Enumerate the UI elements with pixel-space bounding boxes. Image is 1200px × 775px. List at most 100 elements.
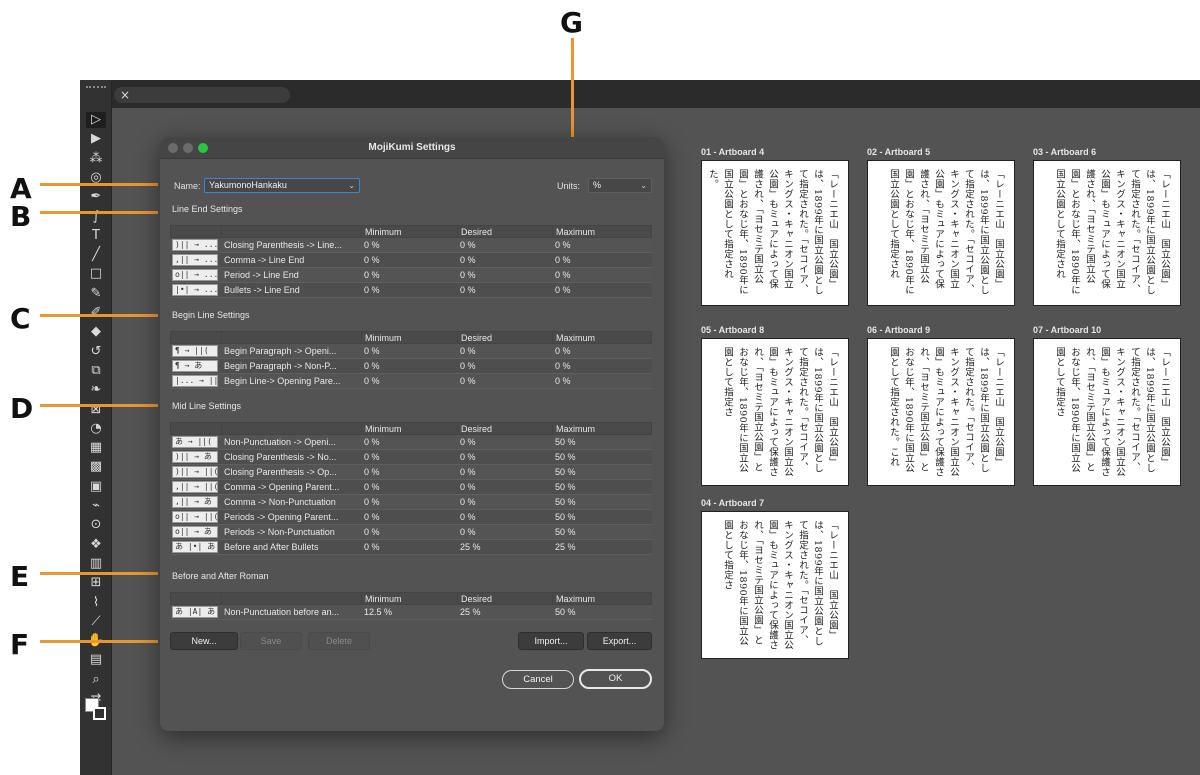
paintbrush-icon[interactable]: ✎ bbox=[86, 286, 106, 302]
table-row[interactable]: )|| → ||(Closing Parenthesis -> Op... 0 %… bbox=[170, 465, 652, 480]
units-select[interactable]: % ⌄ bbox=[588, 178, 652, 193]
blend-tool-icon[interactable]: ⊙ bbox=[86, 517, 106, 533]
save-button[interactable]: Save bbox=[240, 632, 302, 650]
rule-name: Periods -> Non-Punctuation bbox=[224, 527, 335, 537]
desired-value: 0 % bbox=[460, 437, 476, 447]
artboard-label: 07 - Artboard 10 bbox=[1033, 325, 1102, 335]
slice-tool-icon[interactable]: ⌇ bbox=[86, 595, 106, 611]
table-header: Minimum Desired Maximum bbox=[170, 592, 652, 605]
table-row[interactable]: |•| → ...| Bullets -> Line End 0 % 0 % 0 % bbox=[170, 283, 652, 298]
table-row[interactable]: ¶ → ||(Begin Paragraph -> Openi... 0 % 0 %… bbox=[170, 344, 652, 359]
table-row[interactable]: o|| → あ Periods -> Non-Punctuation 0 % 0 % 5… bbox=[170, 525, 652, 540]
artboard-text: 「レーニエ山 国立公園」は、1899年に国立公園として指定された。「セコイア、キ… bbox=[888, 169, 1004, 296]
callout-d: D bbox=[10, 392, 34, 425]
artboard[interactable]: 「レーニエ山 国立公園」は、1899年に国立公園として指定された。「セコイア、キ… bbox=[701, 511, 849, 659]
maximum-value: 0 % bbox=[555, 255, 571, 265]
rectangle-tool-icon[interactable]: □ bbox=[86, 266, 106, 282]
eraser-icon[interactable]: ◆ bbox=[86, 324, 106, 340]
column-header-maximum: Maximum bbox=[556, 594, 596, 604]
table-row[interactable]: あ |•| あ Before and After Bullets 0 % 25 % 25… bbox=[170, 540, 652, 555]
mojikumi-glyph-icon: )|| → あ bbox=[172, 451, 218, 463]
minimum-value: 0 % bbox=[364, 542, 380, 552]
symbol-sprayer-icon[interactable]: ❖ bbox=[86, 537, 106, 553]
table-row[interactable]: o|| → ...| Period -> Line End 0 % 0 % 0 % bbox=[170, 268, 652, 283]
shaper-tool-icon[interactable]: ✐ bbox=[86, 305, 106, 321]
table-row[interactable]: )|| → あ Closing Parenthesis -> No... 0 % 0 … bbox=[170, 450, 652, 465]
maximum-value: 50 % bbox=[555, 607, 576, 617]
panel-grip-icon[interactable] bbox=[86, 86, 106, 90]
desired-value: 0 % bbox=[460, 482, 476, 492]
rotate-tool-icon[interactable]: ↺ bbox=[86, 344, 106, 360]
artboard-label: 04 - Artboard 7 bbox=[701, 498, 765, 508]
document-tab-bar: × bbox=[112, 80, 1200, 108]
column-divider bbox=[361, 423, 362, 434]
minimum-value: 0 % bbox=[364, 376, 380, 386]
shape-builder-icon[interactable]: ◔ bbox=[86, 421, 106, 437]
table-row[interactable]: ,|| → あ Comma -> Non-Punctuation 0 % 0 % 50 … bbox=[170, 495, 652, 510]
artboard-resize-icon[interactable]: ⊞ bbox=[86, 575, 106, 591]
table-row[interactable]: ,|| → ||(Comma -> Opening Parent... 0 % 0 … bbox=[170, 480, 652, 495]
perspective-grid-icon[interactable]: ▦ bbox=[86, 440, 106, 456]
knife-tool-icon[interactable]: ⟋ bbox=[86, 614, 106, 630]
artboard[interactable]: 「レーニエ山 国立公園」は、1899年に国立公園として指定された。「セコイア、キ… bbox=[701, 160, 849, 306]
table-row[interactable]: あ |A| あ Non-Punctuation before an... 12.5 … bbox=[170, 605, 652, 620]
minimum-value: 0 % bbox=[364, 346, 380, 356]
dialog-title: MojiKumi Settings bbox=[368, 142, 456, 153]
column-divider bbox=[457, 332, 458, 343]
artboard-label: 02 - Artboard 5 bbox=[867, 147, 931, 157]
artboard[interactable]: 「レーニエ山 国立公園」は、1899年に国立公園として指定された。「セコイア、キ… bbox=[701, 338, 849, 486]
mojikumi-settings-dialog: MojiKumi Settings Name: YakumonoHankaku … bbox=[160, 137, 664, 731]
selection-tool-icon[interactable]: ▶ bbox=[86, 131, 106, 147]
table-row[interactable]: o|| → ||(Periods -> Opening Parent... 0 %… bbox=[170, 510, 652, 525]
close-icon[interactable]: × bbox=[120, 89, 130, 101]
artboard-text: 「レーニエ山 国立公園」は、1899年に国立公園として指定された。「セコイア、キ… bbox=[722, 520, 838, 650]
table-row[interactable]: ¶ → あ Begin Paragraph -> Non-P... 0 % 0 % 0 … bbox=[170, 359, 652, 374]
type-tool-icon[interactable]: T bbox=[86, 228, 106, 244]
artboard[interactable]: 「レーニエ山 国立公園」は、1899年に国立公園として指定された。「セコイア、キ… bbox=[867, 338, 1015, 486]
new-button[interactable]: New... bbox=[170, 632, 238, 650]
mojikumi-glyph-icon: ¶ → あ bbox=[172, 360, 218, 372]
ok-button[interactable]: OK bbox=[579, 669, 652, 689]
artboard[interactable]: 「レーニエ山 国立公園」は、1899年に国立公園として指定された。「セコイア、キ… bbox=[1033, 160, 1181, 306]
table-row[interactable]: あ → ||(Non-Punctuation -> Openi... 0 % 0 %… bbox=[170, 435, 652, 450]
column-graph-icon[interactable]: ▥ bbox=[86, 556, 106, 572]
desired-value: 0 % bbox=[460, 285, 476, 295]
table-row[interactable]: |... → ||(Begin Line-> Opening Pare... 0 … bbox=[170, 374, 652, 389]
name-select[interactable]: YakumonoHankaku ⌄ bbox=[204, 178, 360, 193]
export-button[interactable]: Export... bbox=[587, 632, 652, 650]
zoom-tool-icon[interactable]: ⌕ bbox=[86, 672, 106, 688]
delete-button[interactable]: Delete bbox=[308, 632, 370, 650]
scale-tool-icon[interactable]: ⧉ bbox=[86, 363, 106, 379]
rule-name: Bullets -> Line End bbox=[224, 285, 300, 295]
callout-c: C bbox=[10, 302, 31, 335]
minimum-value: 0 % bbox=[364, 482, 380, 492]
cancel-button[interactable]: Cancel bbox=[502, 670, 574, 689]
table-row[interactable]: ,|| → ...| Comma -> Line End 0 % 0 % 0 % bbox=[170, 253, 652, 268]
artboard-label: 05 - Artboard 8 bbox=[701, 325, 765, 335]
table-row[interactable]: )|| → ...| Closing Parenthesis -> Line...… bbox=[170, 238, 652, 253]
mid-line-settings-title: Mid Line Settings bbox=[172, 401, 242, 411]
artboard-tool-icon[interactable]: ▷ bbox=[86, 112, 106, 128]
artboard-text: 「レーニエ山 国立公園」は、1899年に国立公園として指定された。「セコイア、キ… bbox=[1054, 347, 1170, 477]
column-header-minimum: Minimum bbox=[365, 424, 402, 434]
artboard[interactable]: 「レーニエ山 国立公園」は、1899年に国立公園として指定された。「セコイア、キ… bbox=[1033, 338, 1181, 486]
print-tiling-icon[interactable]: ▤ bbox=[86, 652, 106, 668]
table-body: あ |A| あ Non-Punctuation before an... 12.5 … bbox=[170, 605, 652, 620]
callout-line-a bbox=[40, 183, 158, 186]
maximum-value: 50 % bbox=[555, 467, 576, 477]
rule-name: Comma -> Non-Punctuation bbox=[224, 497, 336, 507]
magic-wand-icon[interactable]: ⁂ bbox=[86, 151, 106, 167]
warp-tool-icon[interactable]: ❧ bbox=[86, 382, 106, 398]
stroke-color-swatch[interactable] bbox=[93, 707, 106, 720]
column-divider bbox=[221, 226, 222, 237]
pen-tool-icon[interactable]: ✒ bbox=[86, 189, 106, 205]
mesh-tool-icon[interactable]: ▩ bbox=[86, 459, 106, 475]
line-tool-icon[interactable]: ╱ bbox=[86, 247, 106, 263]
gradient-tool-icon[interactable]: ▣ bbox=[86, 479, 106, 495]
eyedropper-icon[interactable]: ⌁ bbox=[86, 498, 106, 514]
maximum-value: 0 % bbox=[555, 285, 571, 295]
maximum-value: 50 % bbox=[555, 497, 576, 507]
artboard[interactable]: 「レーニエ山 国立公園」は、1899年に国立公園として指定された。「セコイア、キ… bbox=[867, 160, 1015, 306]
document-tab[interactable]: × bbox=[114, 87, 290, 103]
import-button[interactable]: Import... bbox=[518, 632, 584, 650]
